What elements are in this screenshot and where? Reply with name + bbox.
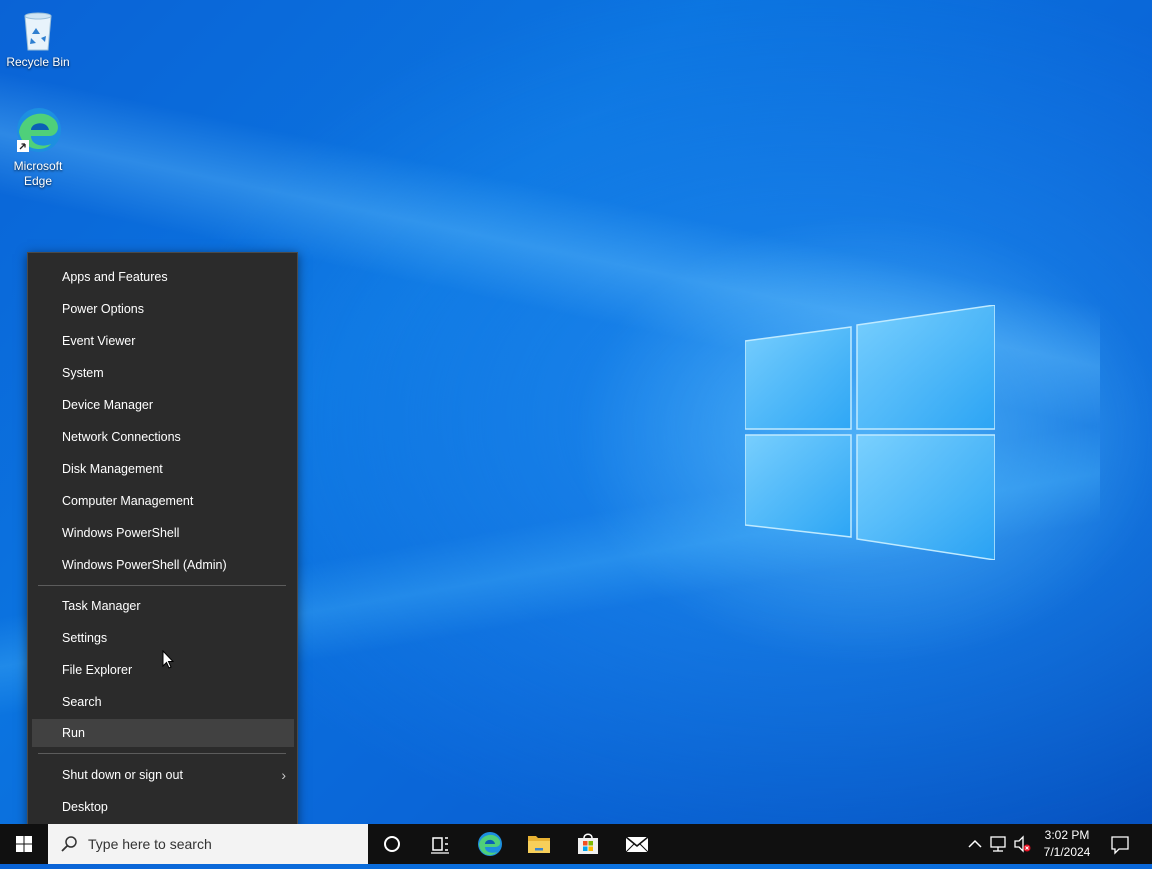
store-icon [578,833,598,854]
chevron-up-icon [968,839,982,848]
file-explorer-icon [528,836,550,853]
menu-item-label: Shut down or sign out [62,768,183,782]
menu-item-network-connections[interactable]: Network Connections [32,423,294,451]
menu-item-windows-powershell[interactable]: Windows PowerShell [32,519,294,547]
taskbar: Type here to search 3:02 PM 7/1/2024 [0,824,1152,864]
clock-time: 3:02 PM [1044,828,1090,842]
cortana-button[interactable] [368,824,416,864]
windows-start-icon [16,836,32,852]
menu-item-settings[interactable]: Settings [32,624,294,652]
menu-separator [38,585,286,586]
menu-item-label: Disk Management [62,462,163,476]
menu-item-label: File Explorer [62,663,133,677]
mail-icon [625,836,649,853]
menu-item-label: Event Viewer [62,334,136,348]
taskbar-mail-button[interactable] [613,824,661,864]
cortana-icon [384,836,400,852]
volume-muted-icon [1014,835,1031,853]
desktop-icon-label: Microsoft Edge [0,159,76,189]
menu-item-desktop[interactable]: Desktop [32,793,294,821]
menu-item-computer-management[interactable]: Computer Management [32,487,294,515]
menu-item-task-manager[interactable]: Task Manager [32,592,294,620]
menu-item-label: Desktop [62,800,108,814]
menu-item-power-options[interactable]: Power Options [32,295,294,323]
edge-icon [17,108,61,152]
network-tray-button[interactable] [988,824,1010,864]
menu-item-label: Power Options [62,302,144,316]
desktop-icon-recycle-bin[interactable]: Recycle Bin [0,8,76,70]
menu-item-label: Run [62,726,85,740]
menu-item-label: Task Manager [62,599,141,613]
action-center-button[interactable] [1104,824,1136,864]
taskbar-clock[interactable]: 3:02 PM 7/1/2024 [1034,827,1100,861]
network-icon [990,836,1006,852]
notification-icon [1111,836,1129,855]
taskbar-store-button[interactable] [564,824,612,864]
menu-item-search[interactable]: Search [32,688,294,716]
desktop-icon-label: Recycle Bin [6,55,70,69]
taskbar-file-explorer-button[interactable] [515,824,563,864]
menu-item-label: Network Connections [62,430,181,444]
menu-item-label: Device Manager [62,398,154,412]
menu-item-label: Windows PowerShell (Admin) [62,558,227,572]
search-placeholder: Type here to search [88,836,212,852]
desktop-icon-edge[interactable]: Microsoft Edge [0,106,76,189]
menu-item-label: Settings [62,631,108,645]
taskbar-search-box[interactable]: Type here to search [48,824,368,864]
menu-item-windows-powershell-admin[interactable]: Windows PowerShell (Admin) [32,551,294,579]
show-hidden-icons-button[interactable] [964,824,986,864]
menu-item-label: Windows PowerShell [62,526,180,540]
search-icon [61,836,77,852]
winx-context-menu: Apps and Features Power Options Event Vi… [27,252,298,832]
menu-item-disk-management[interactable]: Disk Management [32,455,294,483]
volume-tray-button[interactable] [1012,824,1034,864]
task-view-icon [431,837,449,854]
menu-item-label: Apps and Features [62,270,168,284]
task-view-button[interactable] [416,824,464,864]
menu-item-label: Search [62,695,102,709]
start-button[interactable] [0,824,48,864]
menu-item-system[interactable]: System [32,359,294,387]
menu-item-label: System [62,366,104,380]
mouse-cursor-icon [162,650,174,669]
menu-item-apps-and-features[interactable]: Apps and Features [32,263,294,291]
menu-item-label: Computer Management [62,494,194,508]
menu-item-event-viewer[interactable]: Event Viewer [32,327,294,355]
menu-item-device-manager[interactable]: Device Manager [32,391,294,419]
menu-separator [38,753,286,754]
recycle-bin-icon [24,12,52,51]
edge-icon [478,832,502,856]
chevron-right-icon: › [281,767,286,783]
menu-item-run[interactable]: Run [32,719,294,747]
desktop-icon-label-text: Microsoft Edge [13,159,63,188]
windows-logo-wallpaper [745,305,995,560]
clock-date: 7/1/2024 [1043,845,1091,859]
taskbar-edge-button[interactable] [466,824,514,864]
menu-item-shut-down-or-sign-out[interactable]: Shut down or sign out › [32,761,294,789]
